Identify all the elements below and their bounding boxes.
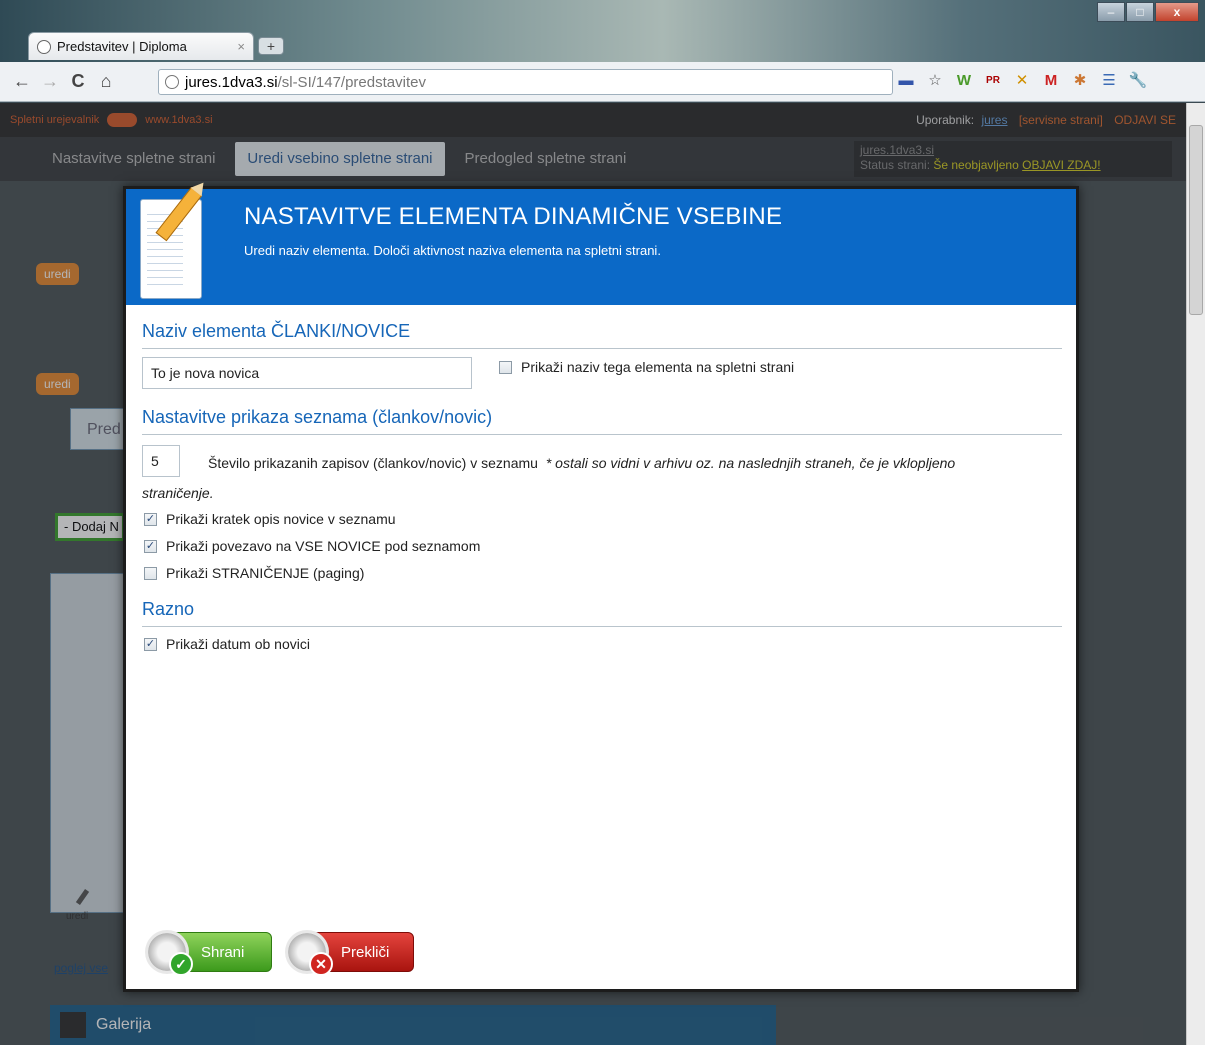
window-controls: – □ x: [1096, 2, 1199, 22]
browser-tab[interactable]: Predstavitev | Diploma ×: [28, 32, 254, 60]
section-element-name: Naziv elementa ČLANKI/NOVICE: [142, 321, 1062, 349]
browser-toolbar: ← → C ⌂ jures.1dva3.si /sl-SI/147/predst…: [0, 62, 1205, 102]
gear-icon: ✕: [285, 930, 333, 976]
document-edit-icon: [140, 186, 203, 299]
w-extension-icon[interactable]: W: [951, 70, 977, 92]
show-name-label: Prikaži naziv tega elementa na spletni s…: [521, 359, 795, 375]
tab-title: Predstavitev | Diploma: [57, 39, 187, 54]
page-scrollbar[interactable]: [1186, 103, 1205, 1045]
element-settings-dialog: NASTAVITVE ELEMENTA DINAMIČNE VSEBINE Ur…: [123, 186, 1079, 992]
paging-label: Prikaži STRANIČENJE (paging): [166, 565, 365, 581]
show-name-checkbox[interactable]: [499, 360, 512, 374]
cancel-button-label: Prekliči: [341, 943, 390, 961]
dialog-header: NASTAVITVE ELEMENTA DINAMIČNE VSEBINE Ur…: [126, 186, 1076, 305]
short-desc-label: Prikaži kratek opis novice v seznamu: [166, 511, 396, 527]
bug-extension-icon[interactable]: ✱: [1067, 70, 1093, 92]
show-date-row: ✓ Prikaži datum ob novici: [144, 636, 310, 652]
tab-close-icon[interactable]: ×: [237, 39, 245, 54]
page-menu-icon[interactable]: ☰: [1096, 70, 1122, 92]
window-titlebar: Predstavitev | Diploma × + – □ x: [0, 0, 1205, 62]
dialog-subtitle: Uredi naziv elementa. Določi aktivnost n…: [244, 243, 661, 258]
save-button-label: Shrani: [201, 943, 245, 961]
scrollbar-thumb[interactable]: [1189, 125, 1203, 315]
entry-count-input[interactable]: [142, 445, 180, 477]
pagerank-icon[interactable]: PR: [980, 70, 1006, 92]
short-desc-checkbox[interactable]: ✓: [144, 512, 157, 526]
extension-icons: ▬ ☆ W PR ✕ M ✱ ☰ 🔧: [893, 70, 1154, 92]
x-extension-icon[interactable]: ✕: [1009, 70, 1035, 92]
show-name-row: Prikaži naziv tega elementa na spletni s…: [499, 359, 794, 375]
maximize-button[interactable]: □: [1126, 2, 1154, 22]
section-misc: Razno: [142, 599, 1062, 627]
address-bar[interactable]: jures.1dva3.si /sl-SI/147/predstavitev: [158, 69, 893, 95]
entry-count-text: Število prikazanih zapisov (člankov/novi…: [208, 455, 955, 471]
cancel-button[interactable]: ✕ Prekliči: [285, 930, 414, 976]
save-button[interactable]: ✓ Shrani: [145, 930, 272, 976]
entry-count-label: Število prikazanih zapisov (člankov/novi…: [208, 455, 538, 471]
all-news-link-label: Prikaži povezavo na VSE NOVICE pod sezna…: [166, 538, 481, 554]
reload-icon[interactable]: C: [66, 71, 90, 92]
check-icon: ✓: [169, 952, 193, 976]
close-icon: ✕: [309, 952, 333, 976]
close-window-button[interactable]: x: [1155, 2, 1199, 22]
dialog-title: NASTAVITVE ELEMENTA DINAMIČNE VSEBINE: [244, 203, 783, 230]
globe-icon: [165, 75, 179, 89]
element-name-input[interactable]: [142, 357, 472, 389]
entry-count-note: * ostali so vidni v arhivu oz. na nasled…: [545, 455, 956, 471]
back-icon[interactable]: ←: [10, 71, 34, 92]
show-date-label: Prikaži datum ob novici: [166, 636, 310, 652]
entry-count-note-continued: straničenje.: [142, 485, 214, 501]
gmail-icon[interactable]: M: [1038, 70, 1064, 92]
forward-icon[interactable]: →: [38, 71, 62, 92]
url-host: jures.1dva3.si: [185, 73, 278, 91]
gear-icon: ✓: [145, 930, 193, 976]
bookmark-star-icon[interactable]: ☆: [922, 70, 948, 92]
short-desc-row: ✓ Prikaži kratek opis novice v seznamu: [144, 511, 396, 527]
flag-icon[interactable]: ▬: [893, 70, 919, 92]
new-tab-button[interactable]: +: [258, 37, 284, 55]
favicon-icon: [37, 39, 51, 54]
home-icon[interactable]: ⌂: [94, 71, 118, 92]
show-date-checkbox[interactable]: ✓: [144, 637, 157, 651]
all-news-link-row: ✓ Prikaži povezavo na VSE NOVICE pod sez…: [144, 538, 480, 554]
paging-row: Prikaži STRANIČENJE (paging): [144, 565, 364, 581]
url-path: /sl-SI/147/predstavitev: [277, 73, 426, 91]
section-list-settings: Nastavitve prikaza seznama (člankov/novi…: [142, 407, 1062, 435]
all-news-link-checkbox[interactable]: ✓: [144, 539, 157, 553]
minimize-button[interactable]: –: [1097, 2, 1125, 22]
paging-checkbox[interactable]: [144, 566, 157, 580]
wrench-icon[interactable]: 🔧: [1125, 70, 1151, 92]
